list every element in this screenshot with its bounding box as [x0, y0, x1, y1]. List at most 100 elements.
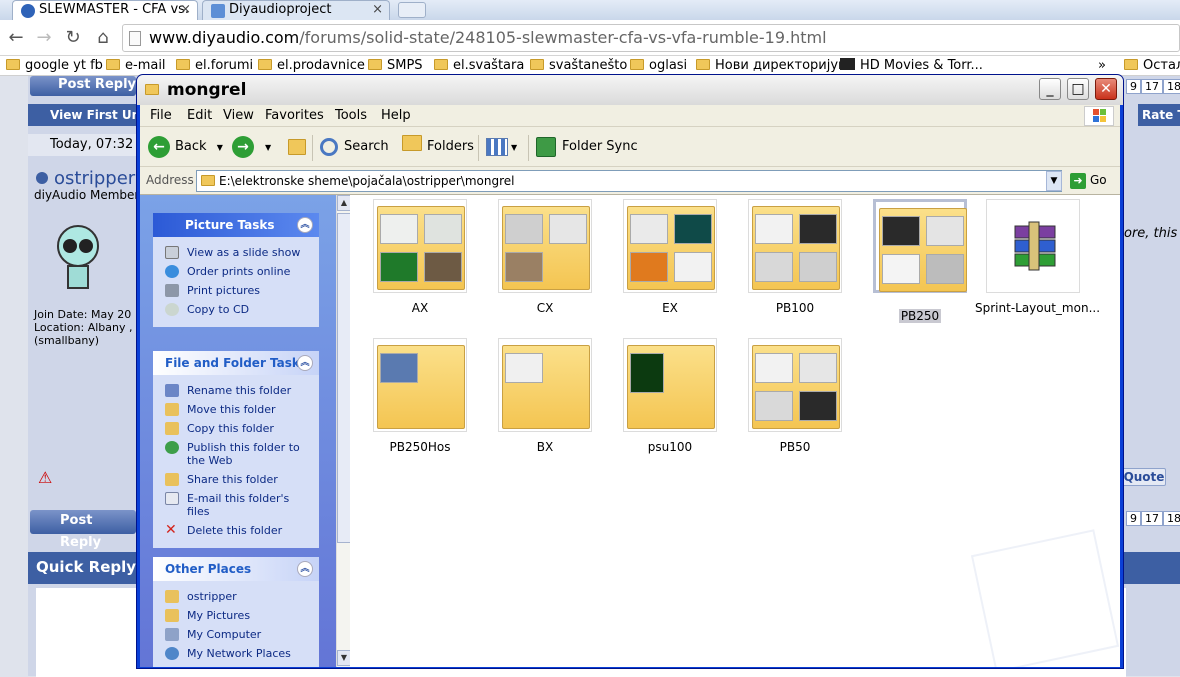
- bookmark-folder[interactable]: Остал: [1124, 58, 1180, 73]
- menu-help[interactable]: Help: [381, 108, 411, 123]
- view-first-unread-link[interactable]: View First Un: [28, 104, 138, 126]
- archive-file-item[interactable]: Sprint-Layout_mon...: [975, 199, 1100, 315]
- task-email-files[interactable]: E-mail this folder's files: [153, 489, 319, 521]
- task-move-folder[interactable]: Move this folder: [153, 400, 319, 419]
- other-places-header[interactable]: Other Places ︽: [153, 557, 319, 581]
- folder-icon: [1124, 59, 1138, 70]
- rate-thread-link[interactable]: Rate T: [1138, 104, 1180, 126]
- collapse-icon[interactable]: ︽: [297, 561, 313, 577]
- back-dropdown-icon[interactable]: ▼: [217, 143, 223, 152]
- task-copy-folder[interactable]: Copy this folder: [153, 419, 319, 438]
- folder-item[interactable]: CX: [487, 199, 603, 315]
- task-rename-folder[interactable]: Rename this folder: [153, 381, 319, 400]
- tab-slewmaster[interactable]: SLEWMASTER - CFA vs. ×: [12, 0, 198, 20]
- minimize-button[interactable]: _: [1039, 78, 1061, 100]
- image-preview: [674, 252, 712, 282]
- place-ostripper[interactable]: ostripper: [153, 587, 319, 606]
- search-button[interactable]: Search: [320, 135, 389, 159]
- scroll-thumb[interactable]: [337, 213, 351, 543]
- menu-tools[interactable]: Tools: [335, 108, 367, 123]
- forward-button[interactable]: → ▼: [232, 135, 271, 159]
- bookmark-folder[interactable]: el.forumi: [176, 58, 253, 73]
- task-view-slideshow[interactable]: View as a slide show: [153, 243, 319, 262]
- task-delete-folder[interactable]: ✕ Delete this folder: [153, 521, 319, 540]
- task-publish-folder[interactable]: Publish this folder to the Web: [153, 438, 319, 470]
- member-info: Join Date: May 20 Location: Albany , (sm…: [34, 308, 133, 347]
- quote-button[interactable]: Quote: [1122, 468, 1166, 486]
- vertical-scrollbar[interactable]: ▲ ▼: [336, 195, 351, 667]
- back-button[interactable]: ← Back ▼: [148, 135, 223, 159]
- folder-item[interactable]: AX: [362, 199, 478, 315]
- report-warning-icon[interactable]: ⚠: [38, 468, 52, 487]
- task-print-pictures[interactable]: Print pictures: [153, 281, 319, 300]
- item-name-label: CX: [536, 301, 554, 315]
- post-username[interactable]: ostripper: [36, 168, 135, 189]
- folder-item[interactable]: PB100: [737, 199, 853, 315]
- task-copy-to-cd[interactable]: Copy to CD: [153, 300, 319, 319]
- menu-file[interactable]: File: [150, 108, 172, 123]
- window-titlebar[interactable]: mongrel _ □ ✕: [137, 75, 1123, 105]
- place-my-pictures[interactable]: My Pictures: [153, 606, 319, 625]
- close-tab-icon[interactable]: ×: [180, 2, 191, 17]
- image-preview: [926, 254, 964, 284]
- folder-item[interactable]: BX: [487, 338, 603, 454]
- bookmark-folder[interactable]: oglasi: [630, 58, 687, 73]
- bookmark-folder[interactable]: google yt fb: [6, 58, 103, 73]
- folder-icon: [368, 59, 382, 70]
- collapse-icon[interactable]: ︽: [297, 355, 313, 371]
- page-link[interactable]: 18: [1163, 79, 1180, 94]
- menu-view[interactable]: View: [223, 108, 254, 123]
- folder-item[interactable]: PB250: [862, 199, 978, 323]
- go-button[interactable]: ➜ Go: [1070, 173, 1107, 189]
- bookmarks-overflow-button[interactable]: »: [1098, 58, 1106, 73]
- scroll-up-icon[interactable]: ▲: [337, 195, 351, 211]
- page-link[interactable]: 9: [1126, 79, 1141, 94]
- image-preview: [505, 353, 543, 383]
- post-reply-button-top[interactable]: Post Reply: [30, 76, 136, 96]
- page-link[interactable]: 17: [1141, 79, 1163, 94]
- tab-diyaudioproject[interactable]: Diyaudioproject ×: [202, 0, 390, 20]
- place-my-computer[interactable]: My Computer: [153, 625, 319, 644]
- views-button[interactable]: ▼: [486, 135, 517, 159]
- bookmark-link[interactable]: HD Movies & Torr...: [840, 58, 983, 73]
- folder-item[interactable]: psu100: [612, 338, 728, 454]
- folder-item[interactable]: PB50: [737, 338, 853, 454]
- task-order-prints[interactable]: Order prints online: [153, 262, 319, 281]
- new-tab-button[interactable]: [398, 2, 426, 18]
- bookmark-folder[interactable]: SMPS: [368, 58, 423, 73]
- back-arrow-icon[interactable]: ←: [6, 28, 26, 48]
- address-dropdown-button[interactable]: ▼: [1046, 171, 1062, 191]
- bookmark-folder[interactable]: el.prodavnice: [258, 58, 365, 73]
- folders-button[interactable]: Folders: [402, 135, 474, 159]
- menu-edit[interactable]: Edit: [187, 108, 212, 123]
- up-folder-button[interactable]: [286, 135, 308, 159]
- bookmark-folder[interactable]: svaštanešto: [530, 58, 627, 73]
- task-share-folder[interactable]: Share this folder: [153, 470, 319, 489]
- page-link[interactable]: 9: [1126, 511, 1141, 526]
- file-folder-tasks-header[interactable]: File and Folder Tasks ︽: [153, 351, 319, 375]
- reload-icon[interactable]: ↻: [63, 28, 83, 48]
- menu-favorites[interactable]: Favorites: [265, 108, 324, 123]
- bookmark-folder[interactable]: el.svaštara: [434, 58, 524, 73]
- bookmark-folder[interactable]: Нови директоријум: [696, 58, 848, 73]
- scroll-down-icon[interactable]: ▼: [337, 650, 351, 666]
- close-button[interactable]: ✕: [1095, 78, 1117, 100]
- folder-sync-button[interactable]: Folder Sync: [536, 135, 638, 159]
- close-tab-icon[interactable]: ×: [372, 2, 383, 17]
- forward-dropdown-icon[interactable]: ▼: [265, 143, 271, 152]
- url-path: /forums/solid-state/248105-slewmaster-cf…: [299, 28, 827, 47]
- folder-item[interactable]: PB250Hos: [362, 338, 478, 454]
- maximize-button[interactable]: □: [1067, 78, 1089, 100]
- url-bar[interactable]: www.diyaudio.com/forums/solid-state/2481…: [122, 24, 1180, 52]
- bookmark-folder[interactable]: e-mail: [106, 58, 166, 73]
- page-link[interactable]: 18: [1163, 511, 1180, 526]
- address-input[interactable]: E:\elektronske sheme\pojačala\ostripper\…: [196, 170, 1062, 192]
- forward-arrow-icon[interactable]: →: [34, 28, 54, 48]
- collapse-icon[interactable]: ︽: [297, 217, 313, 233]
- place-my-network[interactable]: My Network Places: [153, 644, 319, 663]
- post-reply-button-bottom[interactable]: Post Reply: [30, 510, 136, 550]
- home-icon[interactable]: ⌂: [93, 28, 113, 48]
- folder-item[interactable]: EX: [612, 199, 728, 315]
- page-link[interactable]: 17: [1141, 511, 1163, 526]
- picture-tasks-header[interactable]: Picture Tasks ︽: [153, 213, 319, 237]
